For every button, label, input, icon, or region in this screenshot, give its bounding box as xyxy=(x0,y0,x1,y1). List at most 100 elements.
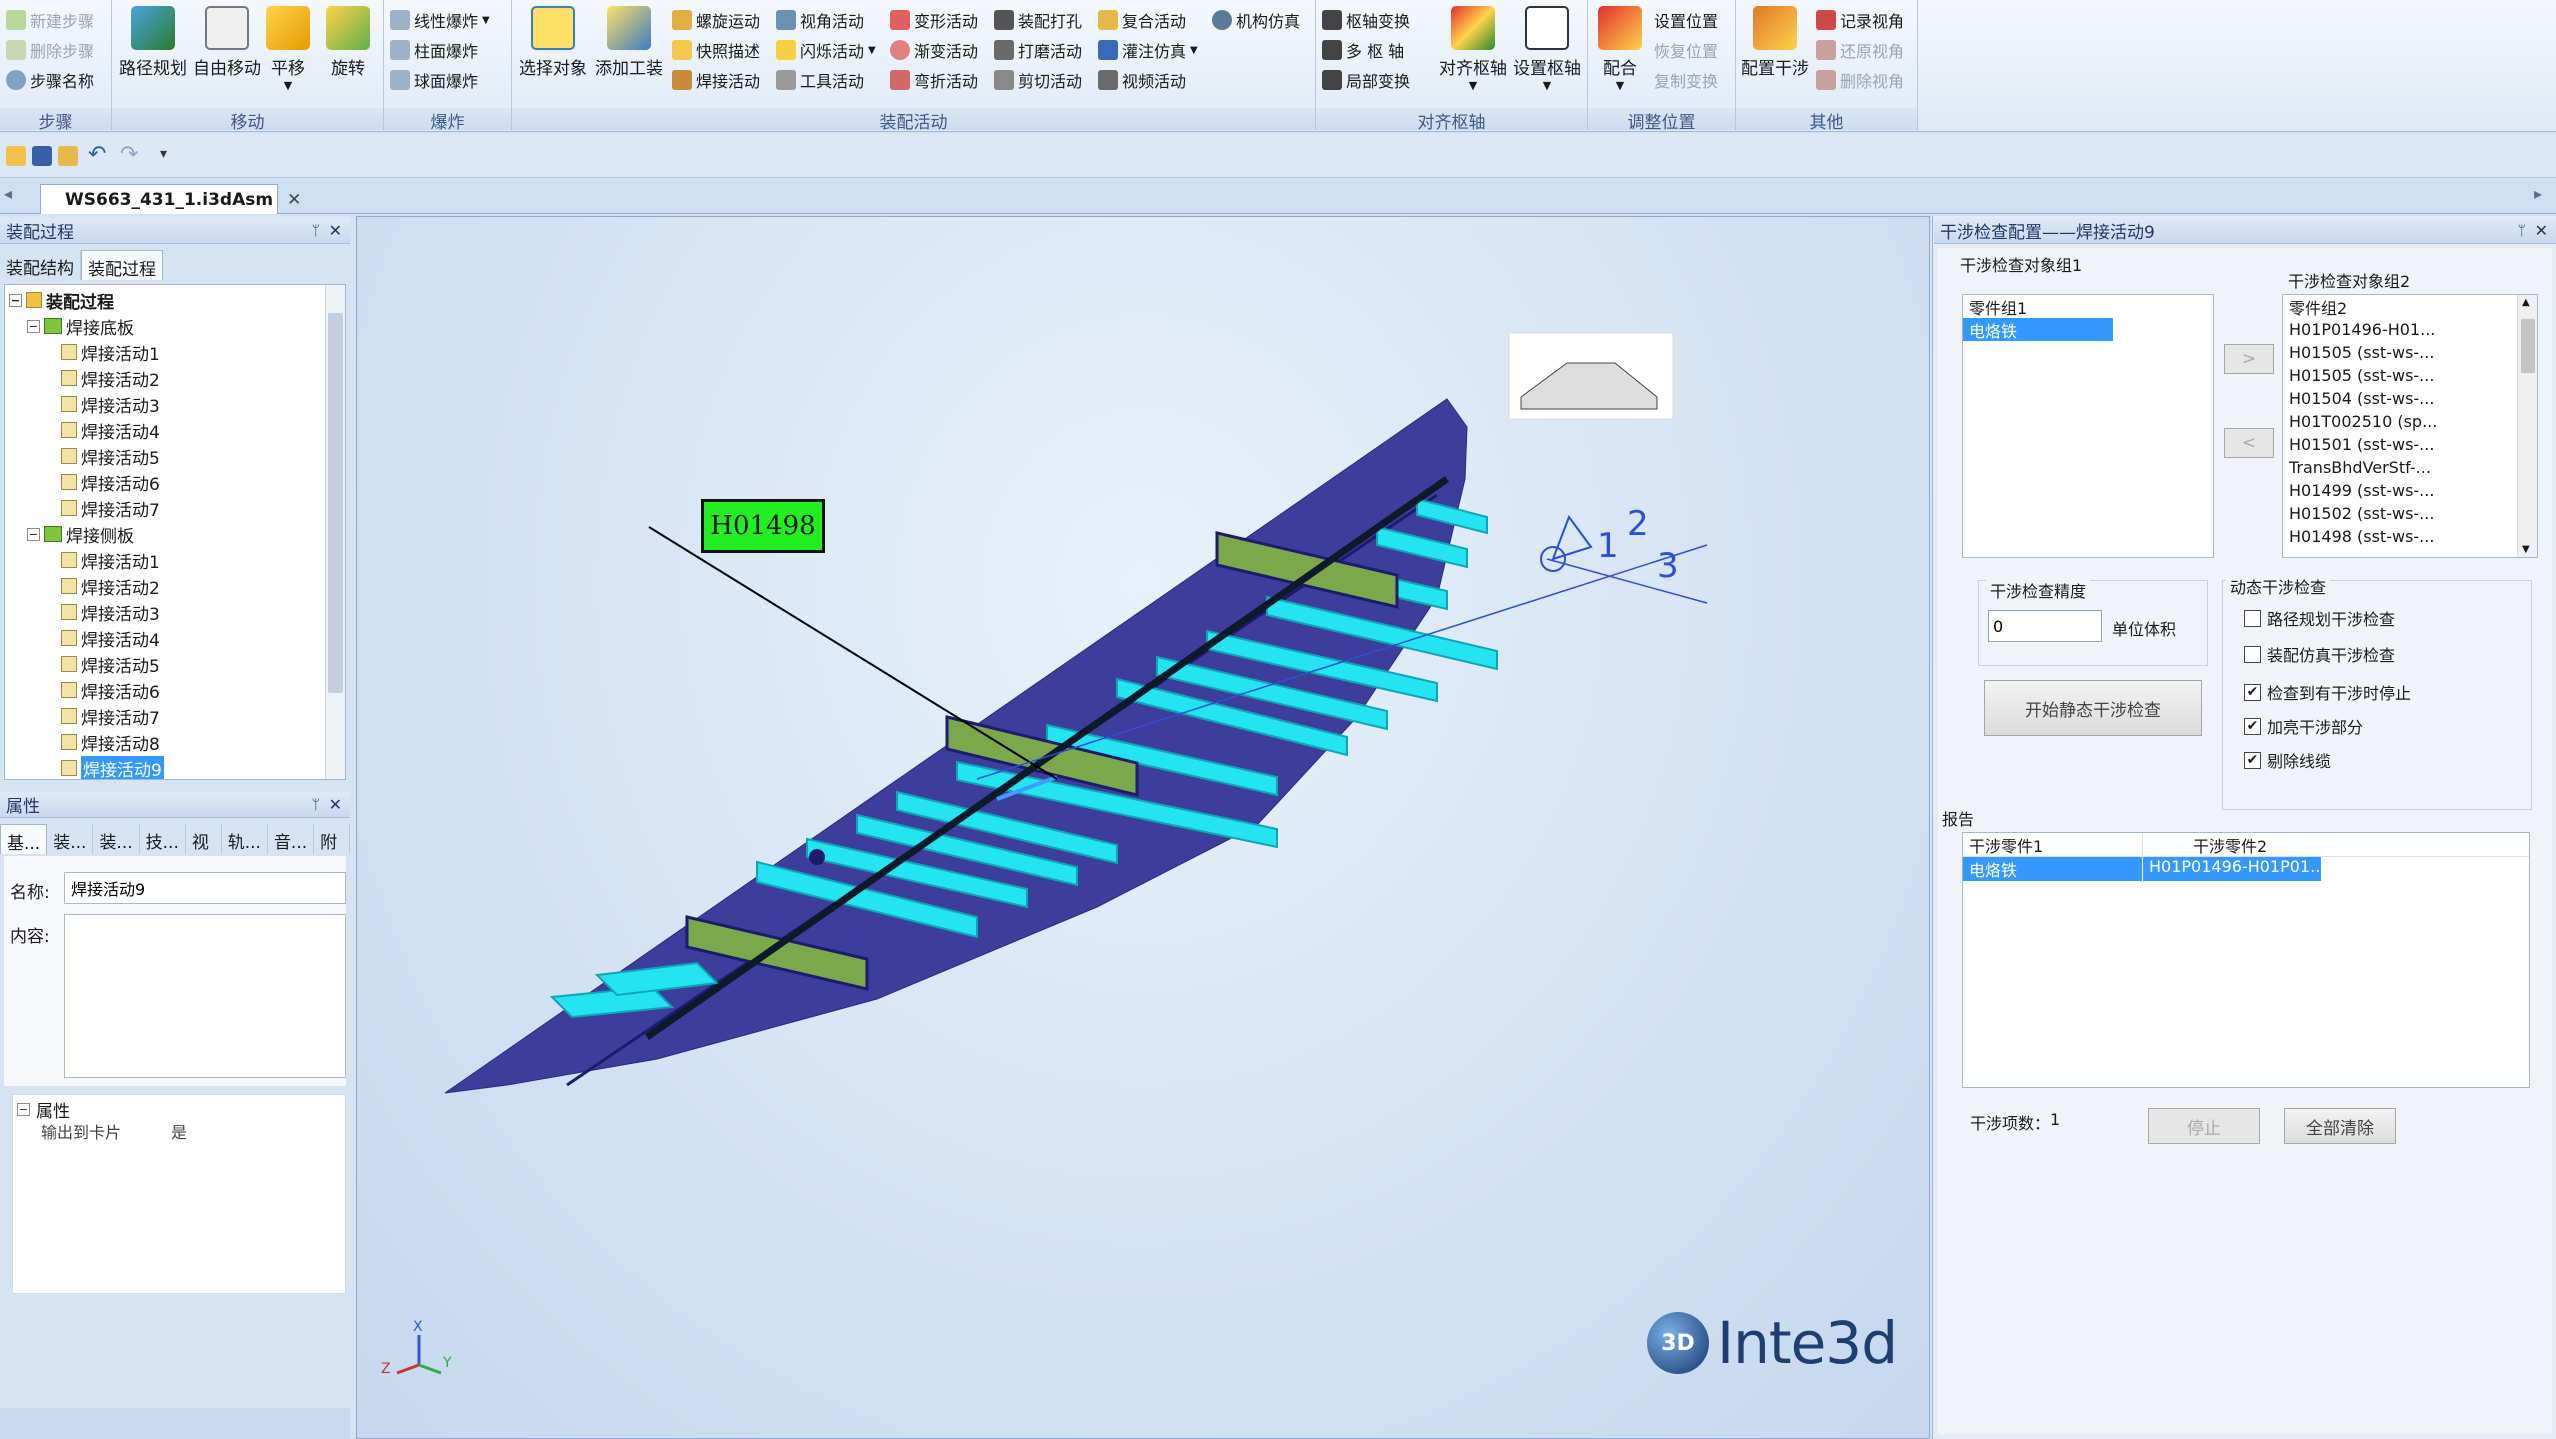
add-tool-button[interactable]: 添加工装 xyxy=(592,6,666,86)
path-plan-check-checkbox[interactable]: 路径规划干涉检查 xyxy=(2244,606,2395,630)
composite-button[interactable]: 复合活动 xyxy=(1098,6,1186,34)
list-item[interactable]: H01P01496-H01... xyxy=(2283,318,2537,341)
grind-button[interactable]: 打磨活动 xyxy=(994,36,1082,64)
table-row[interactable]: 电烙铁 H01P01496-H01P01... xyxy=(1963,857,2529,881)
list-item[interactable]: H01502 (sst-ws-... xyxy=(2283,502,2537,525)
exclude-cables-checkbox[interactable]: ✔ 剔除线缆 xyxy=(2244,748,2331,772)
config-interference-button[interactable]: 配置干涉 xyxy=(1738,6,1812,86)
pan-button[interactable]: 平移 ▼ xyxy=(258,6,318,92)
group2-scrollbar[interactable]: ▲ ▼ xyxy=(2517,295,2537,557)
close-icon[interactable]: ✕ xyxy=(2535,221,2548,240)
tree-item[interactable]: 焊接活动3 xyxy=(61,391,160,417)
tool-activity-button[interactable]: 工具活动 xyxy=(776,66,864,94)
part-callout-label[interactable]: H01498 xyxy=(701,499,825,553)
tree-item[interactable]: 焊接活动6 xyxy=(61,677,160,703)
tree-item[interactable]: 焊接活动5 xyxy=(61,443,160,469)
pin-icon[interactable]: ᛘ xyxy=(2518,223,2526,239)
tab-assembly-process[interactable]: 装配过程 xyxy=(81,250,163,280)
align-pivot-button[interactable]: 对齐枢轴 ▼ xyxy=(1436,6,1510,92)
list-item[interactable]: 零件组2 xyxy=(2283,295,2537,318)
open-folder-icon[interactable] xyxy=(6,146,26,166)
scrollbar-thumb[interactable] xyxy=(328,313,343,693)
flash-button[interactable]: 闪烁活动 ▼ xyxy=(776,36,876,64)
collapse-icon[interactable]: − xyxy=(9,293,22,307)
group2-list[interactable]: 零件组2 H01P01496-H01... H01505 (sst-ws-...… xyxy=(2282,294,2538,558)
tab-view[interactable]: 视图 xyxy=(186,824,222,878)
list-item[interactable]: H01505 (sst-ws-... xyxy=(2283,341,2537,364)
start-static-check-button[interactable]: 开始静态干涉检查 xyxy=(1984,680,2202,736)
video-button[interactable]: 视频活动 xyxy=(1098,66,1186,94)
list-item[interactable]: H01499 (sst-ws-... xyxy=(2283,479,2537,502)
stop-on-interference-checkbox[interactable]: ✔ 检查到有干涉时停止 xyxy=(2244,680,2411,704)
tree-scrollbar[interactable] xyxy=(325,285,345,779)
collapse-icon[interactable]: − xyxy=(17,1103,30,1116)
quick-desc-button[interactable]: 快照描述 xyxy=(672,36,760,64)
tree-item-selected[interactable]: 焊接活动9 xyxy=(61,755,164,779)
multi-pivot-button[interactable]: 多 枢 轴 xyxy=(1322,36,1404,64)
sphere-explode-button[interactable]: 球面爆炸 xyxy=(390,66,478,94)
document-tab[interactable]: WS663_431_1.i3dAsm ✕ xyxy=(40,184,301,214)
select-object-button[interactable]: 选择对象 xyxy=(516,6,590,86)
tree-item[interactable]: 焊接活动4 xyxy=(61,625,160,651)
report-col-2[interactable]: 干涉零件2 xyxy=(2143,833,2323,856)
pin-icon[interactable]: ᛘ xyxy=(312,797,320,813)
tab-attachment[interactable]: 附件 xyxy=(314,824,350,878)
save-icon[interactable] xyxy=(32,146,52,166)
report-table[interactable]: 干涉零件1 干涉零件2 电烙铁 H01P01496-H01P01... xyxy=(1962,832,2530,1088)
redo-icon[interactable]: ↷ xyxy=(120,142,138,167)
tree-item[interactable]: 焊接活动3 xyxy=(61,599,160,625)
delete-view-button[interactable]: 删除视角 xyxy=(1816,66,1904,94)
list-item[interactable]: H01T002510 (sp... xyxy=(2283,410,2537,433)
girder[interactable] xyxy=(644,476,1450,1040)
pour-sim-button[interactable]: 灌注仿真 ▼ xyxy=(1098,36,1198,64)
clear-all-button[interactable]: 全部清除 xyxy=(2284,1108,2396,1144)
pivot-switch-button[interactable]: 枢轴变换 xyxy=(1322,6,1410,34)
list-item-selected[interactable]: 电烙铁 xyxy=(1963,318,2113,341)
attr-value[interactable]: 是 xyxy=(171,1119,187,1143)
gradient-button[interactable]: 渐变活动 xyxy=(890,36,978,64)
precision-input[interactable] xyxy=(1988,610,2102,642)
collapse-icon[interactable]: − xyxy=(27,319,40,333)
chevron-down-icon[interactable]: ▼ xyxy=(2522,544,2530,555)
close-icon[interactable]: ✕ xyxy=(329,221,342,240)
close-icon[interactable]: ✕ xyxy=(329,795,342,814)
close-icon[interactable]: ✕ xyxy=(287,190,301,210)
pin-icon[interactable]: ᛘ xyxy=(312,223,320,239)
set-pivot-button[interactable]: 设置枢轴 ▼ xyxy=(1510,6,1584,92)
bend-button[interactable]: 弯折活动 xyxy=(890,66,978,94)
list-item[interactable]: H01505 (sst-ws-... xyxy=(2283,364,2537,387)
tree-item[interactable]: 焊接活动1 xyxy=(61,547,160,573)
fit-button[interactable]: 配合 ▼ xyxy=(1590,6,1650,92)
weld-activity-button[interactable]: 焊接活动 xyxy=(672,66,760,94)
tab-assembly-2[interactable]: 装... xyxy=(93,824,140,854)
free-move-button[interactable]: 自由移动 xyxy=(190,6,264,86)
step-name-button[interactable]: 步骤名称 xyxy=(6,66,94,94)
mechanism-sim-button[interactable]: 机构仿真 xyxy=(1212,6,1300,34)
undo-icon[interactable]: ↶ xyxy=(88,142,106,167)
report-col-1[interactable]: 干涉零件1 xyxy=(1963,833,2143,856)
scroll-right-icon[interactable]: ▸ xyxy=(2534,184,2542,203)
assembly-sim-check-checkbox[interactable]: 装配仿真干涉检查 xyxy=(2244,642,2395,666)
folder-icon[interactable] xyxy=(58,146,78,166)
tree-item[interactable]: 焊接活动2 xyxy=(61,573,160,599)
tree-item[interactable]: 焊接活动2 xyxy=(61,365,160,391)
list-item[interactable]: H01501 (sst-ws-... xyxy=(2283,433,2537,456)
3d-viewport[interactable]: 1 2 3 X Y Z H01498 3D Inte3d xyxy=(356,216,1930,1439)
tab-track[interactable]: 轨... xyxy=(222,824,268,854)
list-item[interactable]: 零件组1 xyxy=(1963,295,2113,318)
list-item[interactable]: H01498 (sst-ws-... xyxy=(2283,525,2537,548)
view-angle-button[interactable]: 视角活动 xyxy=(776,6,864,34)
restore-position-button[interactable]: 恢复位置 xyxy=(1654,36,1718,64)
customize-toolbar-icon[interactable]: ▾ xyxy=(160,146,167,162)
tab-assembly-structure[interactable]: 装配结构 xyxy=(0,250,81,280)
ship-section-model[interactable]: 1 2 3 X Y Z xyxy=(357,217,1929,1438)
drill-button[interactable]: 装配打孔 xyxy=(994,6,1082,34)
tree-item[interactable]: 焊接活动1 xyxy=(61,339,160,365)
local-transform-button[interactable]: 局部变换 xyxy=(1322,66,1410,94)
tree-group-side-plate[interactable]: − 焊接侧板 xyxy=(27,521,134,547)
highlight-interference-checkbox[interactable]: ✔ 加亮干涉部分 xyxy=(2244,714,2363,738)
scroll-left-icon[interactable]: ◂ xyxy=(4,184,12,203)
record-view-button[interactable]: 记录视角 xyxy=(1816,6,1904,34)
tab-audio[interactable]: 音... xyxy=(268,824,315,854)
tree-item[interactable]: 焊接活动8 xyxy=(61,729,160,755)
